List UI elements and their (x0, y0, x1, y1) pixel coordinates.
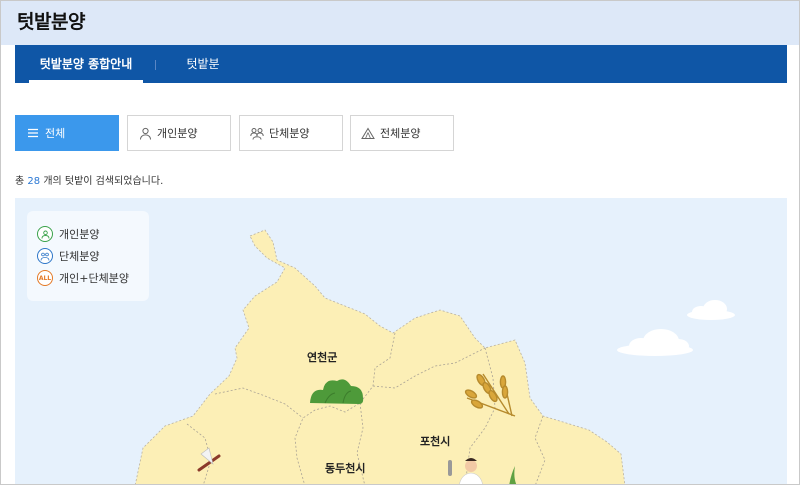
region-label-dongducheon[interactable]: 동두천시 (325, 460, 365, 476)
result-suffix: 개의 텃밭이 검색되었습니다. (43, 176, 164, 187)
filter-total-allocation-button[interactable]: 전체분양 (350, 115, 454, 151)
page-title: 텃밭분양 (17, 11, 85, 33)
legend-item-all: ALL 개인+단체분양 (37, 267, 139, 289)
result-count: 28 (27, 176, 41, 187)
region-label-yeoncheon[interactable]: 연천군 (307, 349, 337, 365)
person-icon (37, 226, 53, 242)
filter-total-allocation-label: 전체분양 (380, 127, 421, 140)
region-label-pocheon[interactable]: 포천시 (420, 433, 450, 449)
legend-label-group: 단체분양 (59, 250, 100, 263)
group-icon (250, 126, 264, 140)
triangle-icon (361, 126, 375, 140)
header-band (1, 1, 799, 45)
cloud-icon (617, 300, 735, 356)
legend-label-individual: 개인분양 (59, 228, 100, 241)
land-region (135, 229, 626, 484)
legend-label-all: 개인+단체분양 (59, 272, 129, 285)
garden-map[interactable]: 개인분양 단체분양 ALL 개인+단체분양 연천군 포천시 동두천시 (15, 198, 787, 484)
filter-group-button[interactable]: 단체분양 (239, 115, 343, 151)
nav-separator (155, 60, 156, 70)
person-icon (138, 126, 152, 140)
filter-individual-label: 개인분양 (157, 127, 198, 140)
legend-item-individual: 개인분양 (37, 223, 139, 245)
all-icon: ALL (37, 270, 53, 286)
result-prefix: 총 (15, 176, 25, 187)
group-icon (37, 248, 53, 264)
nav-bar: 텃밭분양 종합안내 텃밭분양 (15, 45, 787, 109)
page-frame: 텃밭분양 텃밭분양 종합안내 텃밭분양 전체 개인분양 단체분양 전체분양 총 … (0, 0, 800, 485)
filter-individual-button[interactable]: 개인분양 (127, 115, 231, 151)
map-legend: 개인분양 단체분양 ALL 개인+단체분양 (27, 211, 149, 301)
legend-item-group: 단체분양 (37, 245, 139, 267)
filter-all-button[interactable]: 전체 (15, 115, 119, 151)
result-count-text: 총 28 개의 텃밭이 검색되었습니다. (15, 172, 163, 187)
tab-garden-guide[interactable]: 텃밭분양 종합안내 (29, 45, 143, 83)
filter-group-label: 단체분양 (269, 127, 310, 140)
tab-garden-allocation[interactable]: 텃밭분양 (181, 45, 225, 109)
list-icon (26, 126, 40, 140)
filter-all-label: 전체 (45, 127, 66, 140)
